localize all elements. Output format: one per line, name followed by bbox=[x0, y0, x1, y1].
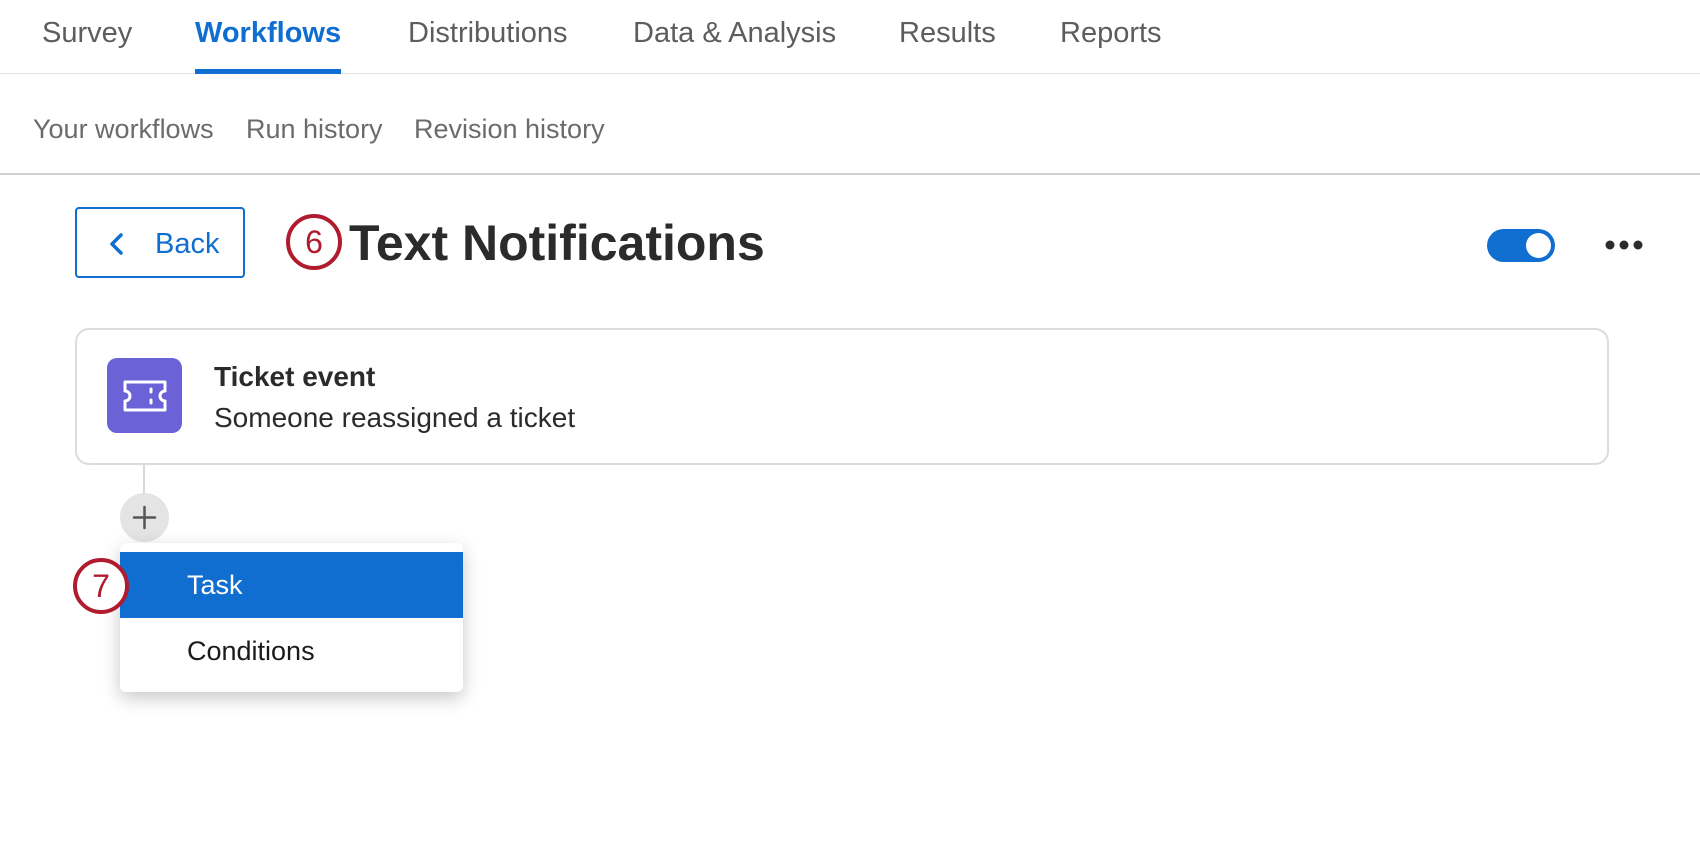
plus-icon bbox=[132, 505, 157, 530]
tab-survey[interactable]: Survey bbox=[42, 15, 132, 51]
trigger-card[interactable]: Ticket event Someone reassigned a ticket bbox=[75, 328, 1609, 465]
chevron-left-icon bbox=[110, 233, 123, 255]
tab-distributions[interactable]: Distributions bbox=[408, 15, 568, 51]
ellipsis-icon bbox=[1605, 240, 1643, 250]
ticket-icon-tile bbox=[107, 358, 182, 433]
trigger-title: Ticket event bbox=[214, 361, 376, 392]
step-badge-6: 6 bbox=[286, 214, 342, 270]
top-nav: Survey Workflows Distributions Data & An… bbox=[0, 0, 1700, 74]
step-badge-7: 7 bbox=[73, 558, 129, 614]
back-button-label: Back bbox=[155, 228, 220, 260]
workflow-connector-line bbox=[143, 465, 145, 493]
tab-data-analysis[interactable]: Data & Analysis bbox=[633, 15, 836, 51]
menu-item-conditions[interactable]: Conditions bbox=[120, 618, 463, 684]
workflow-toggle[interactable] bbox=[1487, 229, 1555, 262]
subnav-your-workflows[interactable]: Your workflows bbox=[33, 112, 214, 146]
tab-reports[interactable]: Reports bbox=[1060, 15, 1162, 51]
back-button[interactable]: Back bbox=[75, 207, 245, 278]
tab-results[interactable]: Results bbox=[899, 15, 996, 51]
toggle-knob bbox=[1526, 233, 1551, 258]
trigger-description: Someone reassigned a ticket bbox=[214, 402, 576, 433]
tab-workflows[interactable]: Workflows bbox=[195, 15, 341, 51]
ticket-icon bbox=[123, 380, 167, 412]
menu-item-task[interactable]: Task bbox=[120, 552, 463, 618]
add-step-button[interactable] bbox=[120, 493, 169, 542]
add-step-menu: Task Conditions bbox=[120, 543, 463, 692]
more-options-button[interactable] bbox=[1603, 228, 1645, 262]
subnav-revision-history[interactable]: Revision history bbox=[414, 112, 605, 146]
sub-nav: Your workflows Run history Revision hist… bbox=[0, 74, 1700, 175]
page-title: Text Notifications bbox=[349, 215, 765, 271]
subnav-run-history[interactable]: Run history bbox=[246, 112, 383, 146]
